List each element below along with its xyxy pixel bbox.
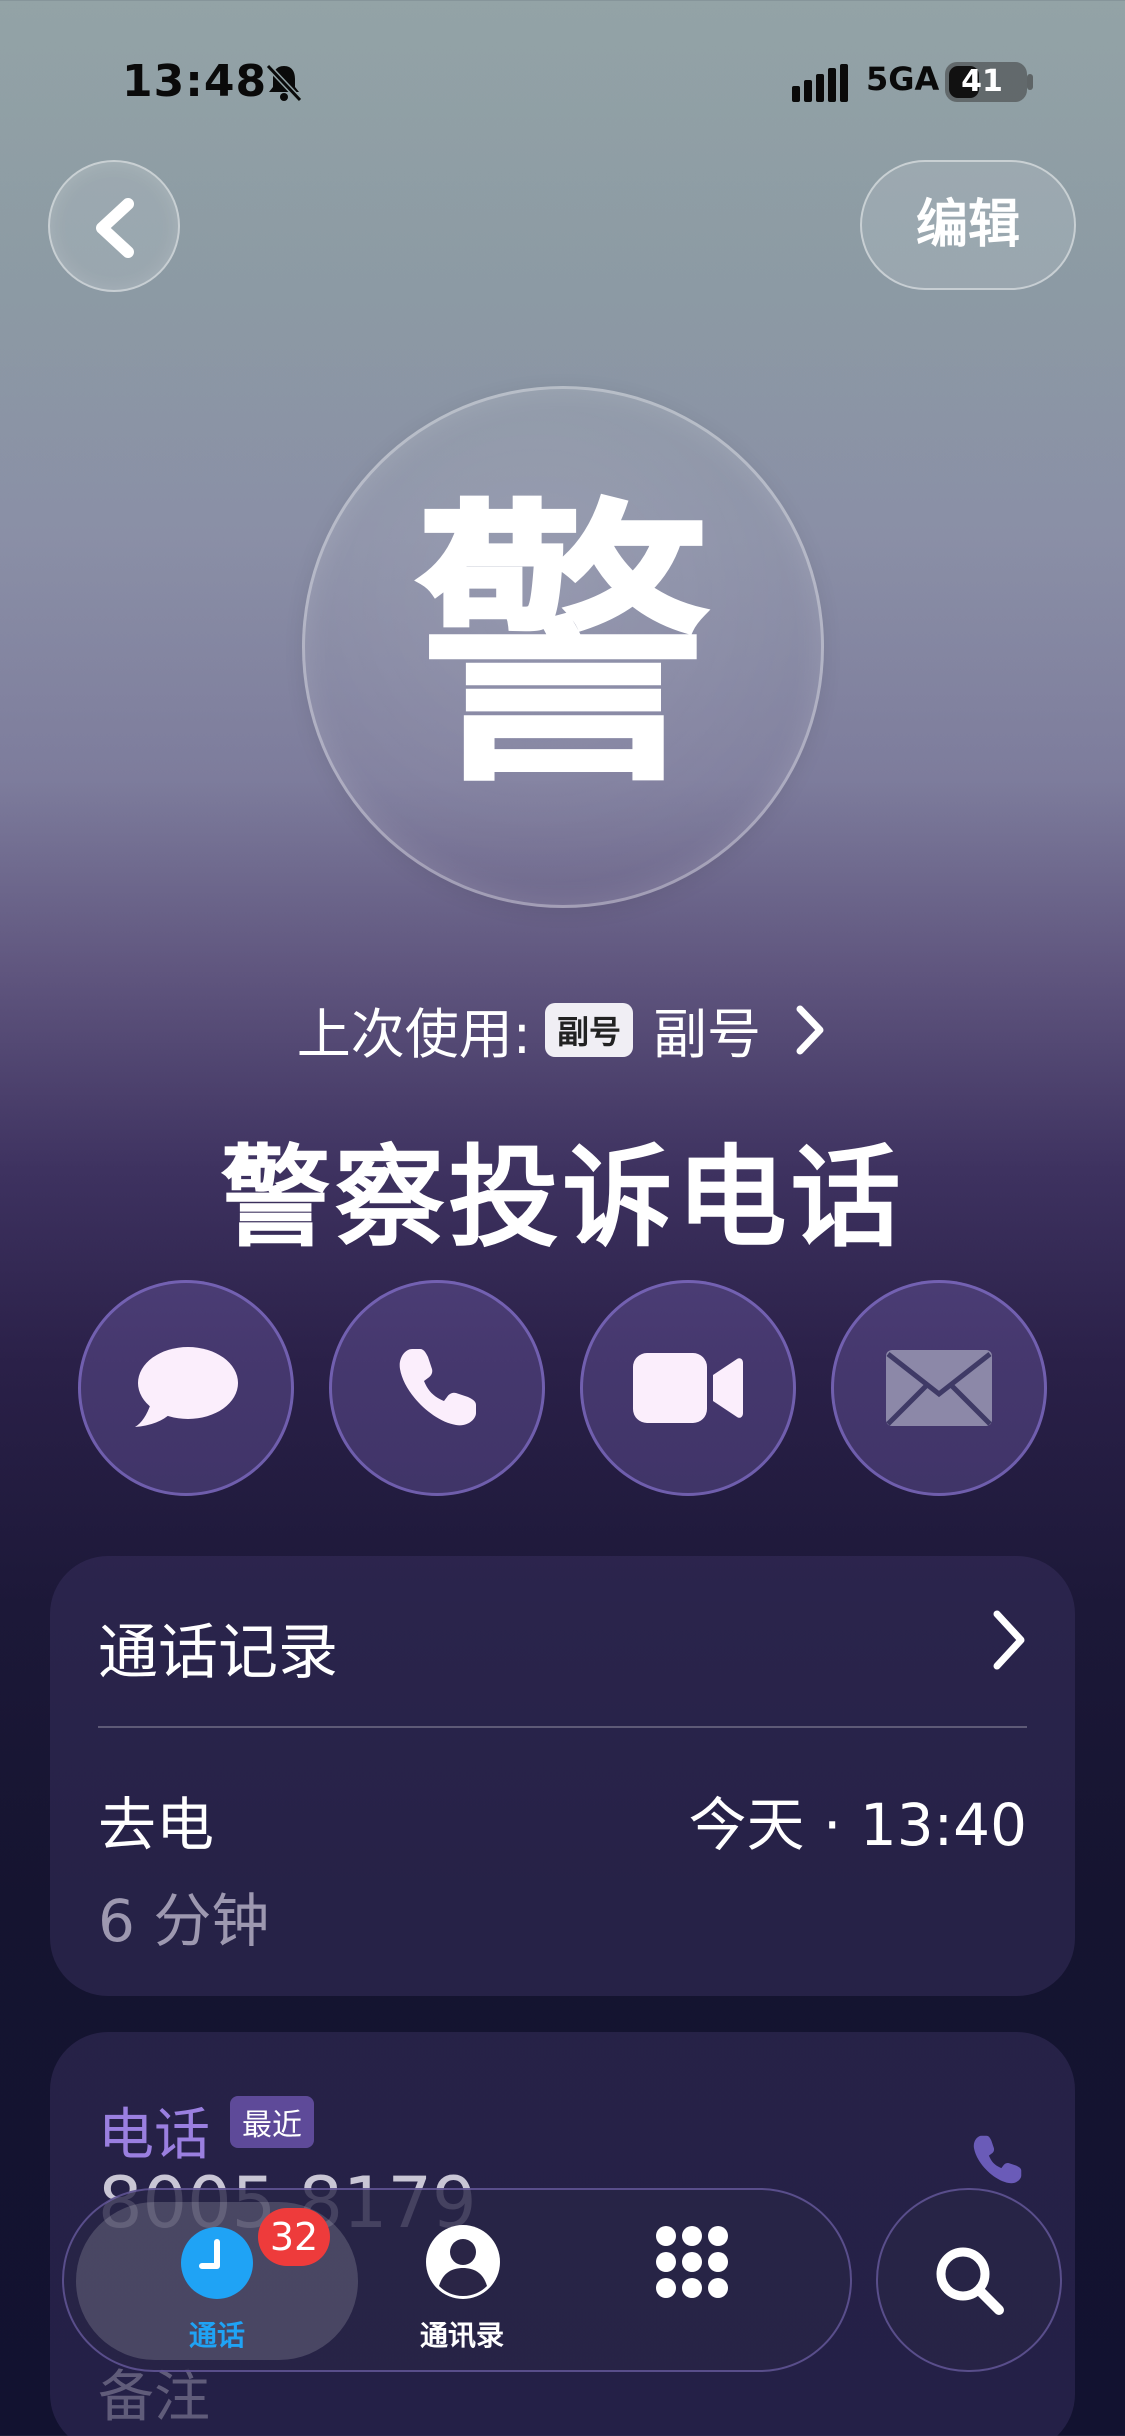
contact-avatar: 警 [302,386,824,908]
tab-keypad[interactable] [594,2190,790,2374]
phone-icon[interactable] [969,2132,1025,2188]
battery-cap [1027,74,1033,90]
call-log-card[interactable]: 通话记录 去电 今天 · 13:40 6 分钟 [50,1556,1075,1996]
sim-name: 副号 [653,1003,762,1066]
contact-name: 警察投诉电话 [220,1134,905,1262]
status-time: 13:48 [122,56,268,107]
person-icon [426,2225,500,2299]
call-time: 今天 · 13:40 [688,1791,1027,1859]
status-bar: 13:48 5GA 41 [0,0,1125,160]
home-indicator [412,2404,712,2414]
call-button[interactable] [329,1280,545,1496]
network-type: 5GA [866,60,940,98]
email-button[interactable] [831,1280,1047,1496]
action-buttons [78,1280,1048,1496]
phone-label: 电话 [98,2103,210,2168]
keypad-icon [656,2226,728,2298]
phone-icon [399,1349,476,1426]
calls-badge: 32 [258,2208,330,2266]
message-button[interactable] [78,1280,294,1496]
chevron-left-icon [96,198,134,258]
tab-bar: 32 通话 通讯录 [62,2188,852,2372]
avatar-initial: 警 [413,474,713,823]
last-used-label: 上次使用: [296,1003,531,1066]
chevron-right-icon[interactable] [989,1608,1029,1672]
search-icon [936,2247,1004,2315]
edit-button[interactable]: 编辑 [860,160,1076,290]
video-camera-icon [633,1353,743,1423]
clock-icon [181,2227,253,2299]
tab-contacts-label: 通讯录 [419,2319,504,2352]
tab-calls-label: 通话 [188,2319,245,2352]
signal-icon [792,64,848,102]
back-button[interactable] [48,160,180,292]
envelope-icon [886,1350,992,1426]
video-call-button[interactable] [580,1280,796,1496]
battery-icon: 41 [945,62,1027,102]
tab-contacts[interactable]: 通讯录 [364,2190,560,2374]
bell-muted-icon [265,63,303,103]
call-type: 去电 [98,1791,215,1859]
chevron-right-icon [796,1005,824,1054]
call-log-title: 通话记录 [98,1618,338,1688]
divider [98,1726,1027,1728]
tab-calls[interactable]: 32 通话 [76,2190,358,2374]
recent-badge: 最近 [230,2096,314,2148]
search-button[interactable] [876,2188,1062,2372]
call-duration: 6 分钟 [98,1887,270,1955]
message-bubble-icon [135,1347,238,1427]
sim-badge: 副号 [545,1002,634,1057]
last-used-sim[interactable]: 上次使用: 副号 副号 [0,990,1125,1069]
battery-percent: 41 [961,64,1003,99]
